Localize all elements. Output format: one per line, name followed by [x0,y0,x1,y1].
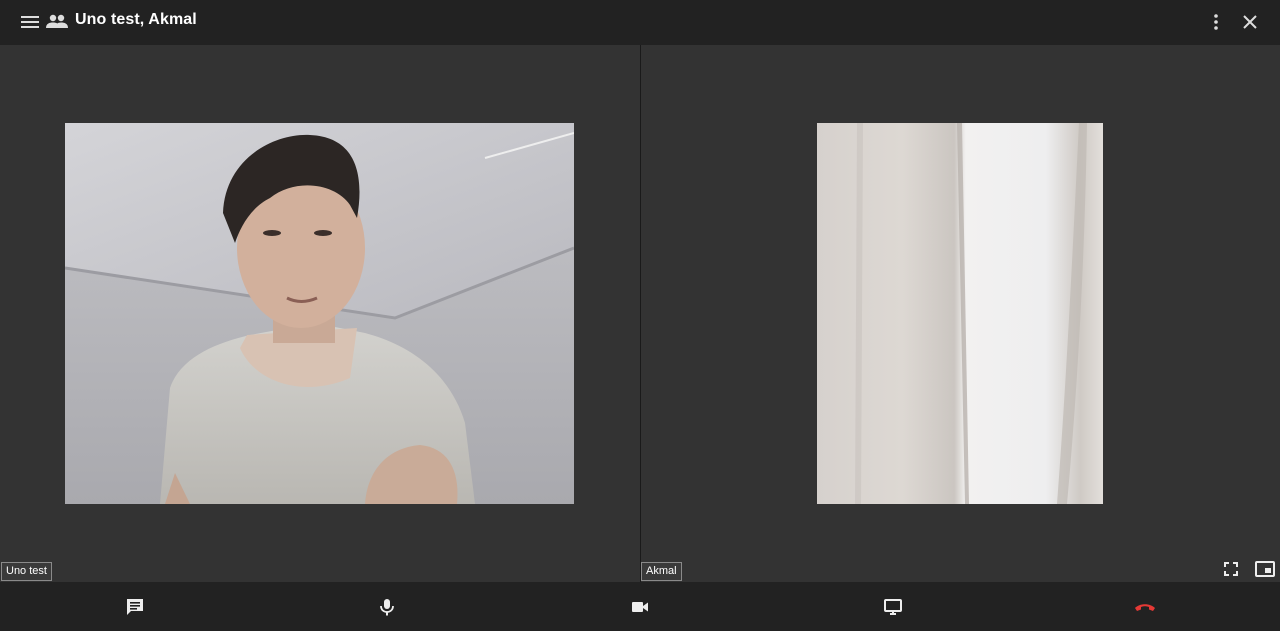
chat-icon [127,599,143,615]
call-toolbar [0,582,1280,631]
people-icon [45,10,69,34]
video-call-window: Uno test, Akmal Uno test Akmal [0,0,1280,631]
more-vert-icon[interactable] [1204,10,1228,34]
picture-in-picture-icon[interactable] [1253,557,1277,581]
participant-name-tag: Uno test [1,562,52,581]
monitor-icon [884,599,902,615]
microphone-icon [380,599,394,616]
close-icon[interactable] [1238,10,1262,34]
videocam-icon [632,602,648,612]
call-header: Uno test, Akmal [0,0,1280,45]
participant-panel-akmal: Akmal [641,45,1280,582]
chat-button[interactable] [124,596,146,618]
fullscreen-icon[interactable] [1219,557,1243,581]
menu-icon[interactable] [18,10,42,34]
participant-name-tag: Akmal [641,562,682,581]
video-feed-uno-test [65,123,574,504]
microphone-button[interactable] [376,596,398,618]
camera-button[interactable] [629,596,651,618]
screen-share-button[interactable] [882,596,904,618]
call-end-icon [1135,604,1155,611]
hang-up-button[interactable] [1134,596,1156,618]
participant-panel-uno-test: Uno test [0,45,640,582]
video-frame-curtain [855,123,1087,504]
video-feed-akmal [817,123,1103,504]
call-title: Uno test, Akmal [75,11,197,28]
video-frame-person [65,123,574,504]
